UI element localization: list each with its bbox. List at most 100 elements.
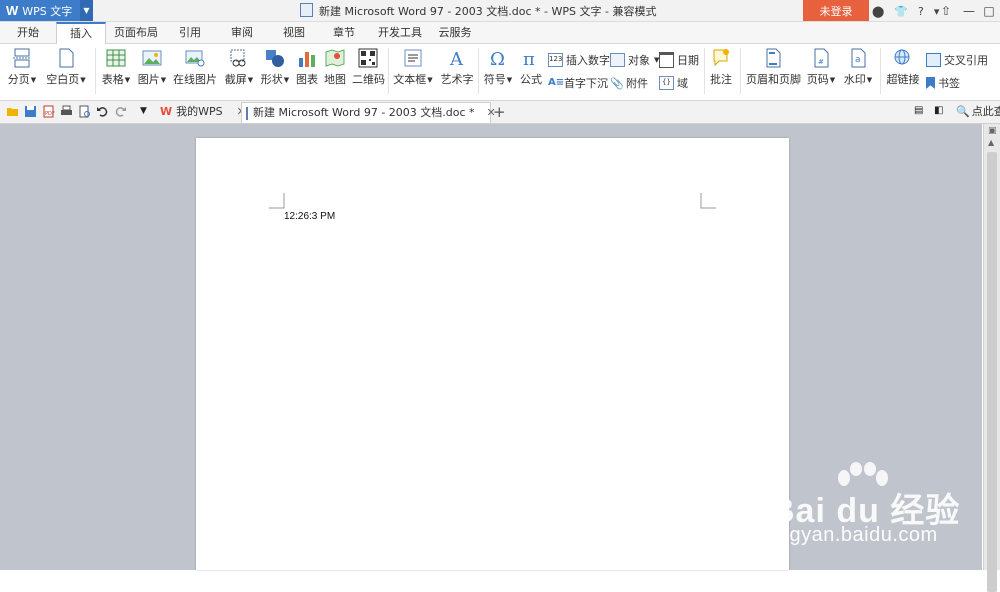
qrcode-button[interactable]: 二维码	[352, 46, 385, 87]
redo-icon[interactable]	[114, 105, 127, 118]
screenshot-icon	[230, 49, 246, 67]
svg-text:Ω: Ω	[490, 49, 505, 68]
chevron-down-icon[interactable]: ▼	[140, 106, 153, 119]
page-number-button[interactable]: # 页码▼	[806, 46, 836, 87]
object-icon	[610, 53, 625, 67]
map-button[interactable]: 地图	[322, 46, 348, 87]
globe-link-icon	[894, 49, 910, 65]
print-icon[interactable]	[60, 105, 73, 118]
shape-icon	[266, 50, 284, 67]
map-icon	[325, 49, 345, 67]
wordart-button[interactable]: A 艺术字	[440, 46, 474, 87]
document-page[interactable]: 12:26:3 PM	[196, 138, 789, 570]
scrollbar-thumb[interactable]	[987, 152, 997, 592]
tab-view[interactable]: 视图	[272, 22, 316, 43]
margin-corner-top-right	[700, 193, 716, 209]
textbox-icon	[404, 49, 422, 67]
tab-developer[interactable]: 开发工具	[374, 22, 426, 43]
blank-page-button[interactable]: 空白页▼	[44, 46, 88, 87]
wps-logo-icon: W	[160, 105, 173, 118]
chart-button[interactable]: 图表	[294, 46, 320, 87]
drop-cap-icon: A≡	[548, 77, 565, 88]
shirt-icon[interactable]: 👕	[894, 5, 908, 18]
baidu-jingyan-watermark: Bai du 经验 jingyan.baidu.com	[768, 462, 988, 562]
protect-icon[interactable]: ▤	[914, 105, 927, 118]
bookmark-icon	[926, 77, 935, 89]
picture-button[interactable]: 图片▼	[136, 46, 168, 87]
bookmark-button[interactable]: 书签	[926, 75, 960, 91]
watermark-button[interactable]: a 水印▼	[842, 46, 874, 87]
tab-references[interactable]: 引用	[168, 22, 212, 43]
app-name: WPS 文字	[22, 4, 73, 18]
tab-page-layout[interactable]: 页面布局	[110, 22, 162, 43]
new-tab-icon[interactable]: +	[493, 103, 506, 121]
comment-button[interactable]: 批注	[708, 46, 734, 87]
online-picture-button[interactable]: 在线图片	[172, 46, 218, 87]
date-button[interactable]: 日期	[659, 52, 699, 68]
undo-icon[interactable]	[96, 105, 109, 118]
insert-number-button[interactable]: 123 插入数字	[548, 52, 610, 68]
chevron-down-icon[interactable]: ▼	[80, 0, 93, 21]
export-pdf-icon[interactable]: PDF	[42, 105, 55, 118]
field-button[interactable]: {} 域	[659, 75, 688, 91]
login-button[interactable]: 未登录	[803, 0, 869, 21]
shape-button[interactable]: 形状▼	[258, 46, 292, 87]
time-field-text[interactable]: 12:26:3 PM	[284, 211, 335, 222]
quick-search-button[interactable]: 🔍 点此查	[956, 102, 1000, 122]
textbox-button[interactable]: 文本框▼	[392, 46, 434, 87]
doc-tab-current[interactable]: 新建 Microsoft Word 97 - 2003 文档.doc * ✕	[241, 102, 496, 123]
omega-icon: Ω	[490, 49, 505, 68]
document-icon	[300, 3, 313, 17]
tab-cloud[interactable]: 云服务	[432, 22, 478, 43]
qrcode-icon	[358, 48, 378, 68]
tab-insert[interactable]: 插入	[56, 22, 106, 44]
page-number-icon: #	[814, 48, 829, 68]
cross-reference-icon	[926, 53, 941, 67]
title-bar: W WPS 文字 ▼ 新建 Microsoft Word 97 - 2003 文…	[0, 0, 1000, 22]
restore-icon[interactable]: ⇧	[935, 0, 957, 21]
save-icon[interactable]	[24, 105, 37, 118]
page-break-icon	[13, 48, 31, 68]
picture-icon	[142, 50, 162, 66]
attachment-icon: 📎	[610, 77, 624, 90]
svg-text:π: π	[523, 49, 535, 68]
cross-reference-button[interactable]: 交叉引用	[926, 52, 988, 68]
doc-tab-my-wps[interactable]: W 我的WPS ✕	[160, 102, 246, 122]
quick-access-bar: PDF ▼ W 我的WPS ✕ 新建 Microsoft Word 97 - 2…	[0, 101, 1000, 124]
skin-icon[interactable]: ⬤	[872, 5, 884, 18]
app-menu-button[interactable]: W WPS 文字 ▼	[0, 0, 93, 21]
svg-text:PDF: PDF	[45, 111, 55, 117]
table-button[interactable]: 表格▼	[100, 46, 132, 87]
menu-tab-bar: 开始 插入 页面布局 引用 审阅 视图 章节 开发工具 云服务	[0, 22, 1000, 44]
ribbon-insert: 分页▼ 空白页▼ 表格▼ 图片▼ 在线图片 截屏▼ 形状▼ 图表 地图 二维码 …	[0, 44, 1000, 101]
wordart-icon: A	[449, 49, 464, 68]
open-folder-icon[interactable]	[6, 105, 19, 118]
object-button[interactable]: 对象 ▼	[610, 52, 659, 68]
document-icon	[246, 106, 248, 120]
formula-button[interactable]: π 公式	[518, 46, 544, 87]
table-icon	[106, 49, 126, 67]
window-layout-icon[interactable]: ◧	[934, 105, 947, 118]
screenshot-button[interactable]: 截屏▼	[222, 46, 256, 87]
hyperlink-button[interactable]: 超链接	[886, 46, 920, 87]
help-icon[interactable]: ?	[918, 5, 924, 18]
drop-cap-button[interactable]: A≡ 首字下沉	[548, 75, 608, 91]
header-footer-button[interactable]: 页眉和页脚	[746, 46, 801, 87]
print-preview-icon[interactable]	[78, 105, 91, 118]
watermark-icon: a	[851, 48, 866, 68]
page-break-button[interactable]: 分页▼	[6, 46, 38, 87]
maximize-icon[interactable]: □	[978, 0, 1000, 21]
scroll-up-icon[interactable]: ▣	[988, 126, 997, 136]
tab-section[interactable]: 章节	[322, 22, 366, 43]
tab-review[interactable]: 审阅	[220, 22, 264, 43]
tab-home[interactable]: 开始	[6, 22, 50, 43]
svg-text:a: a	[855, 55, 861, 65]
search-icon: 🔍	[956, 105, 970, 118]
comment-icon	[713, 49, 729, 67]
window-title: 新建 Microsoft Word 97 - 2003 文档.doc * - W…	[300, 3, 720, 19]
pi-icon: π	[523, 49, 535, 68]
attachment-button[interactable]: 📎 附件	[610, 75, 648, 91]
symbol-button[interactable]: Ω 符号▼	[482, 46, 514, 87]
scroll-down-icon[interactable]: ▲	[988, 138, 994, 147]
minimize-icon[interactable]: —	[958, 0, 980, 21]
